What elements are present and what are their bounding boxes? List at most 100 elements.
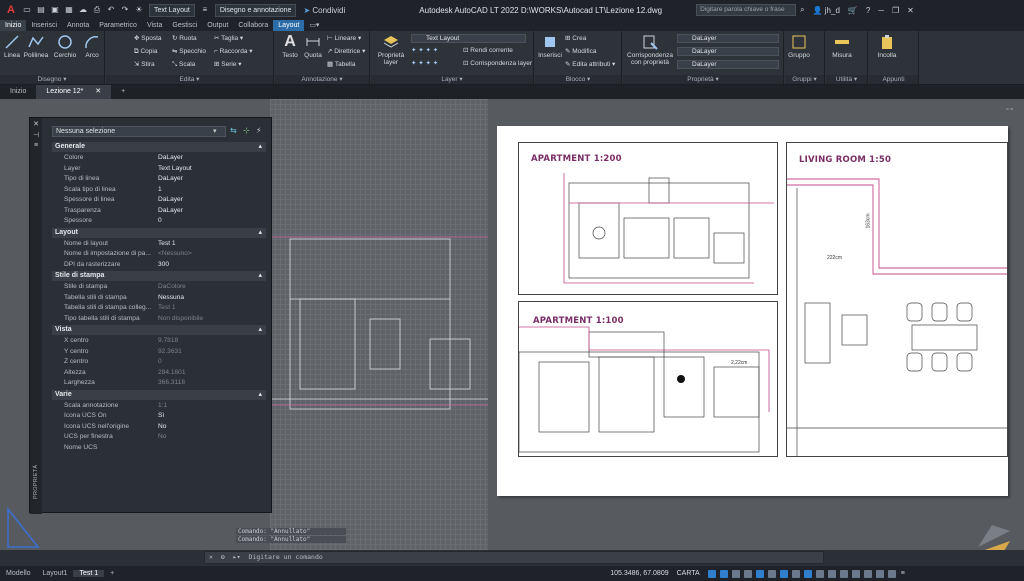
color-dropdown[interactable]: DaLayer (677, 34, 779, 43)
new-tab-icon[interactable]: + (111, 85, 135, 99)
property-value[interactable]: No (158, 422, 166, 432)
property-row[interactable]: Tabella stili di stampa colleg... Test 1 (52, 303, 266, 313)
taglia-button[interactable]: ✂ Taglia ▾ (214, 35, 243, 43)
property-row[interactable]: Scala tipo di linea 1 (52, 185, 266, 195)
cart-icon[interactable]: 🛒 (848, 6, 858, 15)
property-value[interactable]: 92.3631 (158, 347, 182, 357)
section-header[interactable]: Varie ▴ (52, 389, 266, 400)
inserisci-blocco-button[interactable]: Inserisci (537, 34, 563, 59)
property-value[interactable]: Text Layout (158, 164, 192, 174)
edita-attributi-button[interactable]: ✎ Edita attributi ▾ (565, 61, 615, 69)
clean-screen-icon[interactable] (887, 569, 896, 578)
share-button[interactable]: ➤ Condividi (303, 6, 345, 15)
cerchio-button[interactable]: Cerchio (51, 34, 79, 59)
cloud-icon[interactable]: ☁ (78, 5, 88, 15)
new-file-icon[interactable]: ▭ (22, 5, 32, 15)
polar-icon[interactable] (743, 569, 752, 578)
tab-parametrico[interactable]: Parametrico (94, 20, 142, 31)
ortho-icon[interactable] (731, 569, 740, 578)
tabella-button[interactable]: ▦ Tabella (327, 61, 355, 69)
wrench-icon[interactable]: ⚙ (221, 553, 225, 561)
add-layout-icon[interactable]: + (104, 570, 120, 577)
panel-label[interactable]: Annotazione ▾ (275, 75, 369, 84)
viewport-living-room[interactable]: LIVING ROOM 1:50 163cm 222cm (786, 142, 1008, 457)
collapse-icon[interactable]: ▴ (258, 325, 262, 335)
panel-label[interactable]: Blocco ▾ (535, 75, 621, 84)
search-icon[interactable]: ⌕ (800, 5, 804, 15)
property-value[interactable]: 300 (158, 260, 169, 270)
palette-menu-icon[interactable]: ≡ (30, 142, 42, 149)
property-value[interactable]: DaLayer (158, 195, 183, 205)
property-row[interactable]: Layer Text Layout (52, 164, 266, 174)
property-value[interactable]: Sì (158, 411, 164, 421)
panel-label[interactable]: Gruppi ▾ (785, 75, 824, 84)
layout-tab-layout1[interactable]: Layout1 (37, 570, 74, 577)
isolate-icon[interactable] (863, 569, 872, 578)
property-row[interactable]: Tipo di linea DaLayer (52, 174, 266, 184)
property-row[interactable]: Nome UCS (52, 443, 266, 453)
property-value[interactable]: No (158, 432, 166, 442)
ruota-button[interactable]: ↻ Ruota (172, 35, 197, 43)
property-value[interactable]: 0 (158, 357, 162, 367)
toggle-pickadd-icon[interactable]: ⇆ (230, 126, 237, 135)
close-palette-icon[interactable]: ✕ (30, 120, 42, 128)
tab-inserisci[interactable]: Inserisci (26, 20, 62, 31)
property-row[interactable]: Altezza 284.1601 (52, 368, 266, 378)
viewport-apartment-100[interactable]: APARTMENT 1:100 2,22cm (518, 301, 778, 457)
property-value[interactable]: 0 (158, 216, 162, 226)
close-icon[interactable]: ✕ (907, 6, 914, 15)
layer-state-icon[interactable]: ☀ (134, 5, 144, 15)
rendi-corrente-button[interactable]: ⊡ Rendi corrente (463, 47, 513, 55)
help-icon[interactable]: ? (866, 6, 870, 15)
chevron-down-icon[interactable]: ▾ (213, 127, 217, 135)
arco-button[interactable]: Arco (80, 34, 104, 59)
property-value[interactable]: Test 1 (158, 239, 176, 249)
serie-button[interactable]: ⊞ Serie ▾ (214, 61, 242, 69)
user-icon[interactable]: 👤 jh_d (813, 6, 840, 15)
hardware-acceleration-icon[interactable] (875, 569, 884, 578)
property-row[interactable]: Nome di impostazione di pa... <Nessuno> (52, 249, 266, 259)
testo-button[interactable]: A Testo (279, 34, 301, 60)
property-row[interactable]: Trasparenza DaLayer (52, 206, 266, 216)
collapse-icon[interactable]: ▴ (258, 390, 262, 400)
property-row[interactable]: Spessore 0 (52, 216, 266, 226)
linea-button[interactable]: Linea (2, 34, 22, 59)
command-line[interactable]: ✕ ⚙ ▸▾ Digitare un comando (204, 551, 824, 564)
tab-inizio[interactable]: Inizio (0, 20, 27, 31)
save-icon[interactable]: ▣ (50, 5, 60, 15)
panel-label[interactable]: Utilità ▾ (826, 75, 867, 84)
panel-label[interactable]: Disegno ▾ (0, 75, 104, 84)
property-value[interactable]: DaLayer (158, 174, 183, 184)
crea-button[interactable]: ⊞ Crea (565, 35, 586, 43)
layout-tab-modello[interactable]: Modello (0, 570, 37, 577)
property-value[interactable]: 366.3118 (158, 378, 185, 388)
modifica-button[interactable]: ✎ Modifica (565, 48, 596, 56)
property-value[interactable]: 1 (158, 185, 162, 195)
osnap-icon[interactable] (755, 569, 764, 578)
doc-tab-lezione[interactable]: Lezione 12* ✕ (36, 85, 112, 99)
viewport-apartment-200[interactable]: APARTMENT 1:200 (518, 142, 778, 295)
property-value[interactable]: DaLayer (158, 206, 183, 216)
autocad-logo-icon[interactable]: A (2, 2, 20, 18)
tab-vista[interactable]: Vista (142, 20, 167, 31)
minimize-icon[interactable]: ─ (878, 6, 884, 15)
property-value[interactable]: Nessuna (158, 293, 184, 303)
tab-gestisci[interactable]: Gestisci (167, 20, 202, 31)
property-row[interactable]: Nome di layout Test 1 (52, 239, 266, 249)
grid-icon[interactable] (707, 569, 716, 578)
pin-icon[interactable]: ⊣ (30, 131, 42, 139)
selection-cycling-icon[interactable] (803, 569, 812, 578)
property-value[interactable]: <Nessuno> (158, 249, 192, 259)
space-toggle[interactable]: CARTA (677, 570, 700, 577)
print-icon[interactable]: ⎙ (92, 5, 102, 15)
property-row[interactable]: Z centro 0 (52, 357, 266, 367)
open-file-icon[interactable]: ▤ (36, 5, 46, 15)
raccorda-button[interactable]: ⌐ Raccorda ▾ (214, 48, 253, 56)
property-row[interactable]: Spessore di linea DaLayer (52, 195, 266, 205)
customize-icon[interactable]: ≡ (901, 570, 905, 577)
corrispondenza-layer-button[interactable]: ⊡ Corrispondenza layer (463, 60, 532, 68)
gruppo-button[interactable]: Gruppo (787, 34, 811, 59)
otrack-icon[interactable] (767, 569, 776, 578)
snap-icon[interactable] (719, 569, 728, 578)
layout-tab-test1[interactable]: Test 1 (73, 570, 105, 577)
